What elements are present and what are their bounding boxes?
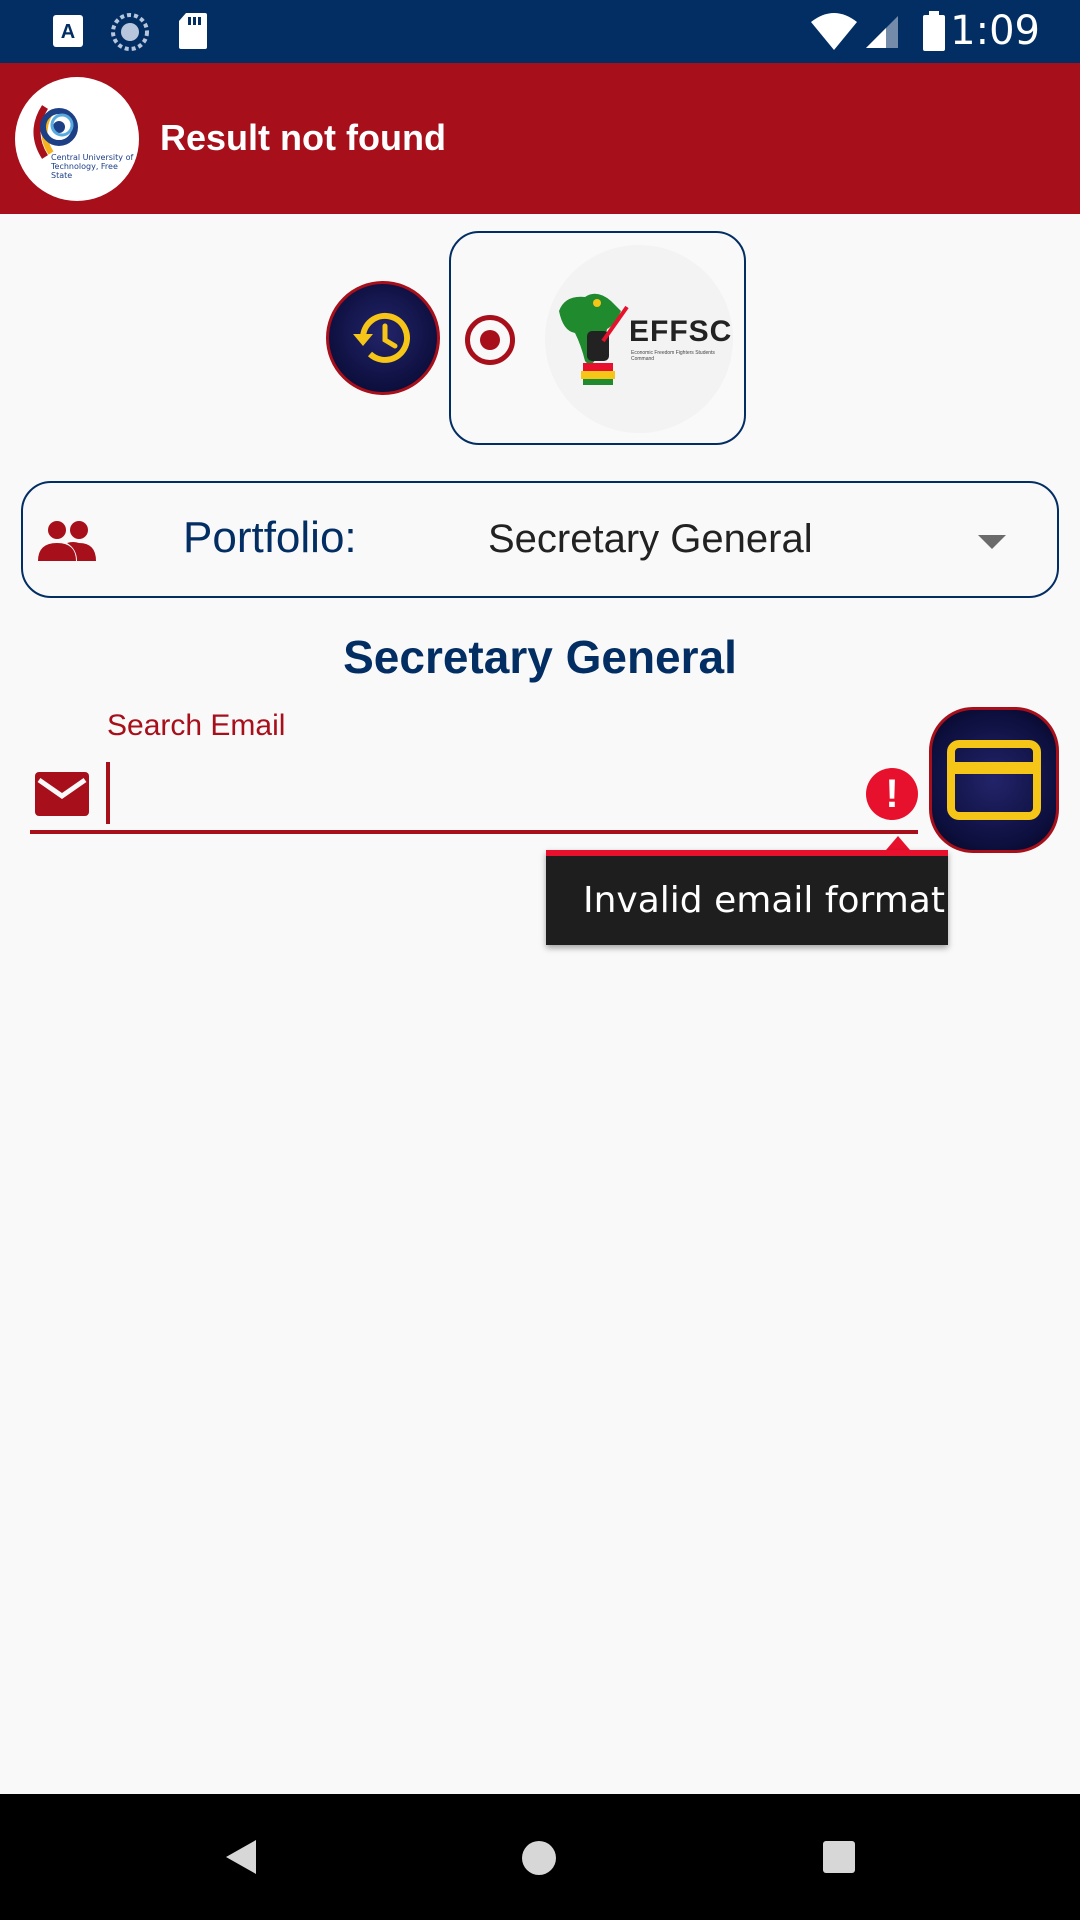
app-bar: Central University of Technology, Free S… <box>0 63 1080 214</box>
sd-card-icon <box>179 13 207 49</box>
email-icon <box>35 772 89 816</box>
error-tooltip: Invalid email format <box>546 850 948 945</box>
history-button[interactable] <box>326 281 440 395</box>
recents-icon[interactable] <box>822 1840 856 1874</box>
university-logo-caption: Central University of Technology, Free S… <box>51 153 134 180</box>
history-icon <box>353 312 410 363</box>
error-tooltip-text: Invalid email format <box>583 880 945 921</box>
signal-icon <box>866 16 898 48</box>
portfolio-selected-value[interactable]: Secretary General <box>488 517 813 562</box>
credit-card-icon <box>947 740 1041 820</box>
section-title: Secretary General <box>343 631 737 683</box>
status-bar: A 1:09 <box>0 0 1080 63</box>
search-email-underline <box>30 830 918 834</box>
battery-icon <box>923 11 945 51</box>
search-email-input[interactable] <box>106 762 856 824</box>
cut-logo-icon <box>33 105 78 159</box>
effsc-logo-subtext: Economic Freedom Fighters Students Comma… <box>631 350 715 362</box>
effsc-logo: EFFSC Economic Freedom Fighters Students… <box>545 245 733 433</box>
wifi-icon <box>811 13 857 50</box>
search-email-label: Search Email <box>107 709 286 742</box>
clock: 1:09 <box>950 8 1040 54</box>
dropdown-arrow-icon[interactable] <box>978 535 1006 549</box>
navigation-bar <box>0 1794 1080 1920</box>
error-icon[interactable]: ! <box>866 768 918 820</box>
effsc-logo-text: EFFSC <box>629 315 733 348</box>
organization-radio[interactable] <box>465 315 515 365</box>
portfolio-dropdown[interactable]: Portfolio: Secretary General <box>21 481 1059 598</box>
sync-icon <box>111 13 149 51</box>
home-icon[interactable] <box>521 1840 557 1876</box>
card-button[interactable] <box>929 707 1059 853</box>
back-icon[interactable] <box>224 1838 258 1876</box>
portfolio-label: Portfolio: <box>183 513 357 562</box>
tooltip-pointer <box>886 836 910 850</box>
page-title: Result not found <box>160 117 446 158</box>
organization-selector-card[interactable]: EFFSC Economic Freedom Fighters Students… <box>449 231 746 445</box>
university-logo: Central University of Technology, Free S… <box>15 77 139 201</box>
svg-text:A: A <box>61 21 75 43</box>
keyboard-a-icon: A <box>53 15 83 47</box>
people-icon <box>38 521 96 561</box>
radio-selected-dot <box>480 330 500 350</box>
text-cursor <box>106 762 110 824</box>
